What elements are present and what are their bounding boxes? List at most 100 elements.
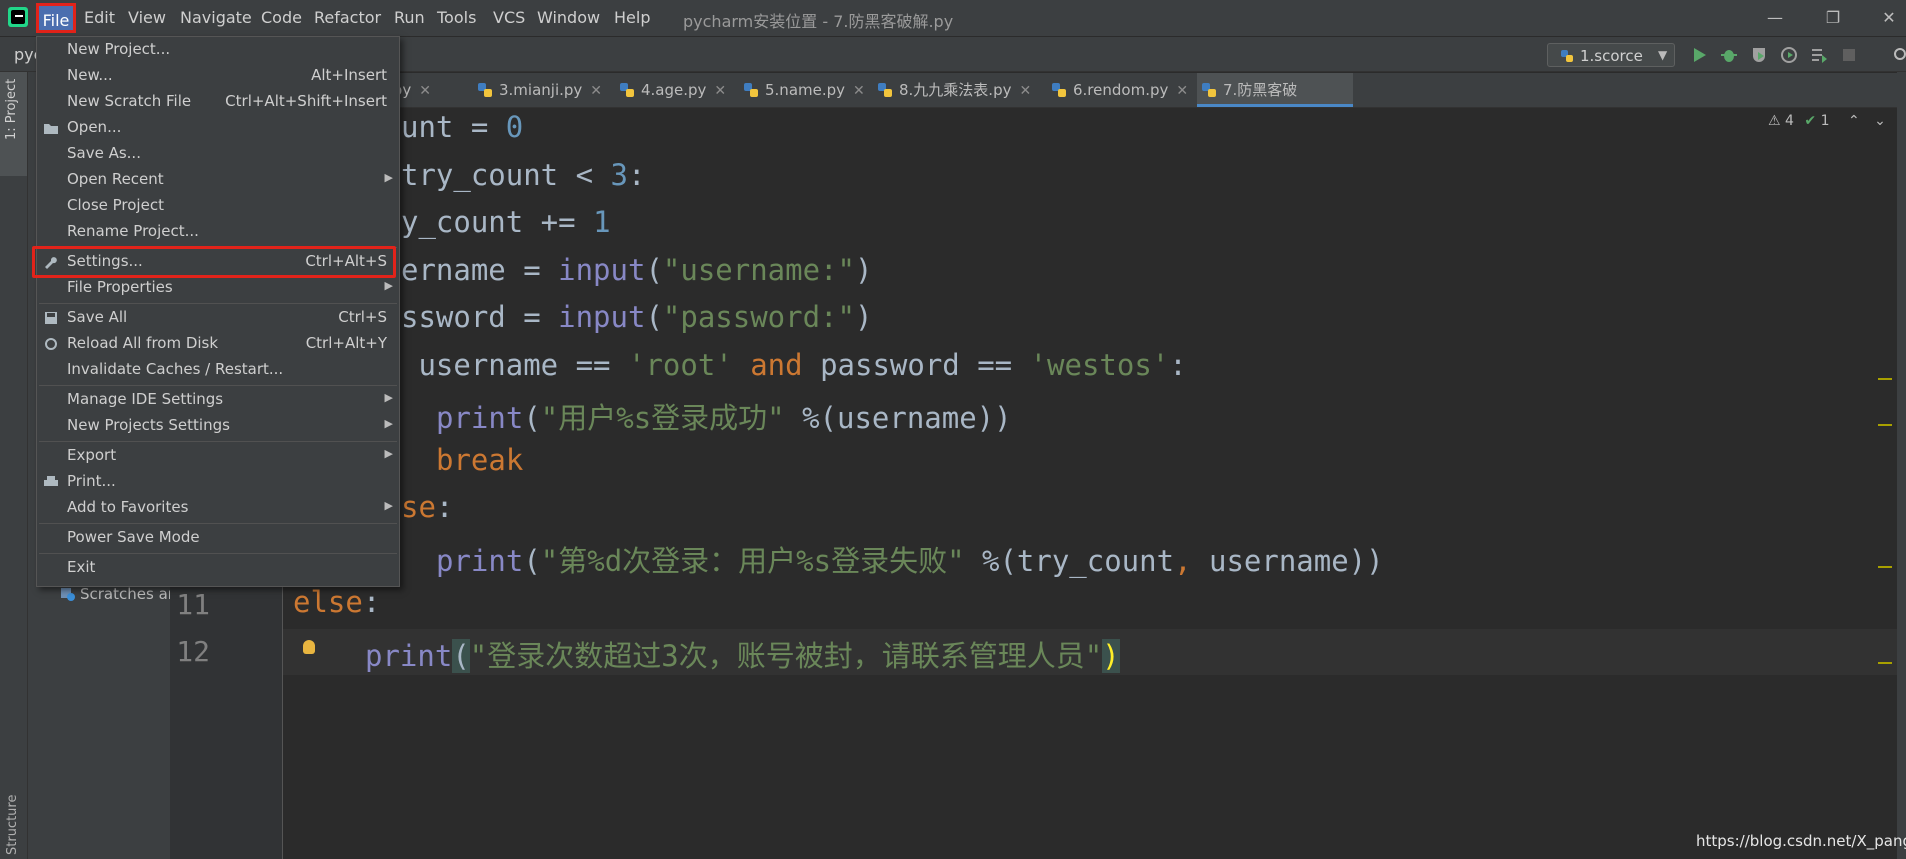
menu-item-invalidate-caches[interactable]: Invalidate Caches / Restart... (37, 358, 399, 382)
settings-highlight-box (32, 246, 396, 278)
stop-icon[interactable] (1840, 46, 1858, 64)
close-icon[interactable]: ✕ (419, 83, 431, 99)
tab-age[interactable]: 4.age.py ✕ (615, 73, 739, 107)
menu-item-open-recent[interactable]: Open Recent ▶ (37, 168, 399, 192)
file-menu-dropdown: New Project... New... Alt+Insert New Scra… (32, 36, 400, 587)
editor-tabs: du.py✕ 3.mianji.py✕ 4.age.py✕ 5.name.py✕… (233, 73, 1897, 133)
menu-item-close-project[interactable]: Close Project (37, 194, 399, 218)
python-file-icon (478, 83, 492, 97)
close-button[interactable]: ✕ (1876, 6, 1902, 30)
warning-icon: ⚠ (1768, 113, 1781, 129)
close-icon[interactable]: ✕ (1019, 83, 1031, 99)
menu-run[interactable]: Run (394, 8, 425, 28)
menu-item-print[interactable]: Print... (37, 470, 399, 494)
menu-help[interactable]: Help (614, 8, 650, 28)
menu-item-reload-all[interactable]: Reload All from Disk Ctrl+Alt+Y (37, 332, 399, 356)
tab-mianji[interactable]: 3.mianji.py ✕ (473, 73, 615, 107)
code-line-1: unt = 0 (401, 110, 524, 144)
check-icon: ✔ (1804, 113, 1817, 129)
menu-item-manage-ide-settings[interactable]: Manage IDE Settings ▶ (37, 388, 399, 412)
error-stripe-mark[interactable] (1878, 424, 1892, 426)
weak-warning-count: 1 (1820, 113, 1830, 129)
menu-item-new-scratch-file[interactable]: New Scratch File Ctrl+Alt+Shift+Insert (37, 90, 399, 114)
submenu-arrow-icon: ▶ (384, 279, 393, 292)
run-with-icon[interactable] (1810, 46, 1828, 64)
tab-label: 8.九九乘法表.py (899, 81, 1012, 99)
lightbulb-icon[interactable] (303, 640, 315, 654)
minimize-button[interactable]: — (1762, 6, 1788, 30)
submenu-arrow-icon: ▶ (384, 171, 393, 184)
tab-name[interactable]: 5.name.py ✕ (739, 73, 873, 107)
code-editor[interactable]: unt = 0 try_count < 3: y_count += 1 erna… (283, 108, 1897, 859)
python-file-icon (744, 83, 758, 97)
run-config-select[interactable]: 1.scorce ▼ (1547, 43, 1675, 67)
menu-item-new[interactable]: New... Alt+Insert (37, 64, 399, 88)
chevron-down-icon[interactable]: ⌄ (1874, 113, 1886, 129)
restore-button[interactable]: ❐ (1820, 6, 1846, 30)
menu-item-add-to-favorites[interactable]: Add to Favorites ▶ (37, 496, 399, 520)
close-icon[interactable]: ✕ (853, 83, 865, 99)
menu-code[interactable]: Code (261, 8, 302, 28)
tab-multiplication-table[interactable]: 8.九九乘法表.py ✕ (873, 73, 1047, 107)
tab-anti-hacker[interactable]: 7.防黑客破解.py✕ (1197, 73, 1353, 133)
menu-item-power-save-mode[interactable]: Power Save Mode (37, 526, 399, 550)
tab-rendom[interactable]: 6.rendom.py ✕ (1047, 73, 1197, 107)
tab-label: 3.mianji.py (499, 81, 583, 99)
code-line-2: try_count < 3: (401, 158, 646, 192)
python-icon (1561, 50, 1573, 62)
inspection-widget[interactable]: ⚠ 4 ✔ 1 ⌃ ⌄ (1768, 113, 1886, 129)
watermark-url: https://blog.csdn.net/X_pang (1696, 832, 1906, 850)
menu-edit[interactable]: Edit (84, 8, 115, 28)
python-file-icon (620, 83, 634, 97)
menu-item-file-properties[interactable]: File Properties ▶ (37, 276, 399, 300)
save-icon (45, 312, 57, 324)
right-tool-strip (1897, 72, 1906, 859)
debug-icon[interactable] (1720, 46, 1738, 64)
menu-window[interactable]: Window (537, 8, 600, 28)
error-stripe-mark[interactable] (1878, 662, 1892, 664)
error-stripe-mark[interactable] (1878, 566, 1892, 568)
line-number: 12 (176, 635, 210, 668)
close-icon[interactable]: ✕ (714, 83, 726, 99)
menu-item-save-all[interactable]: Save All Ctrl+S (37, 306, 399, 330)
code-line-7: print("用户%s登录成功" %(username)) (436, 401, 1012, 435)
menu-vcs[interactable]: VCS (493, 8, 525, 28)
chevron-up-icon[interactable]: ⌃ (1848, 113, 1860, 129)
menu-separator (39, 553, 397, 554)
structure-tool-label[interactable]: Structure (5, 795, 20, 855)
menu-item-export[interactable]: Export ▶ (37, 444, 399, 468)
title-bar: File Edit View Navigate Code Refactor Ru… (0, 0, 1906, 37)
chevron-down-icon: ▼ (1658, 48, 1668, 62)
coverage-icon[interactable] (1750, 46, 1768, 64)
profile-icon[interactable] (1780, 46, 1798, 64)
error-stripe-mark[interactable] (1878, 378, 1892, 380)
run-icon[interactable] (1690, 46, 1708, 64)
submenu-arrow-icon: ▶ (384, 499, 393, 512)
search-icon[interactable] (1892, 46, 1906, 64)
project-tool-label[interactable]: 1: Project (4, 79, 19, 140)
tab-label: 4.age.py (641, 81, 707, 99)
menu-item-save-as[interactable]: Save As... (37, 142, 399, 166)
menu-item-open[interactable]: Open... (37, 116, 399, 140)
menu-item-new-projects-settings[interactable]: New Projects Settings ▶ (37, 414, 399, 438)
refresh-icon (45, 338, 57, 350)
code-line-11: else: (293, 585, 381, 619)
menu-item-new-project[interactable]: New Project... (37, 38, 399, 62)
menu-item-rename-project[interactable]: Rename Project... (37, 220, 399, 244)
python-file-icon (878, 83, 892, 97)
close-icon[interactable]: ✕ (1176, 83, 1188, 99)
menu-tools[interactable]: Tools (437, 8, 476, 28)
menu-navigate[interactable]: Navigate (180, 8, 252, 28)
close-icon[interactable]: ✕ (590, 83, 602, 99)
code-line-4: ername = input("username:") (401, 253, 873, 287)
menu-item-exit[interactable]: Exit (37, 556, 399, 580)
menu-separator (39, 303, 397, 304)
code-line-9: se: (401, 490, 454, 524)
warning-count: 4 (1785, 113, 1794, 129)
menu-refactor[interactable]: Refactor (314, 8, 381, 28)
menu-file[interactable]: File (36, 3, 76, 33)
python-file-icon (1052, 83, 1066, 97)
menu-view[interactable]: View (128, 8, 166, 28)
submenu-arrow-icon: ▶ (384, 447, 393, 460)
scratches-tree-item[interactable]: Scratches ar (80, 585, 174, 603)
